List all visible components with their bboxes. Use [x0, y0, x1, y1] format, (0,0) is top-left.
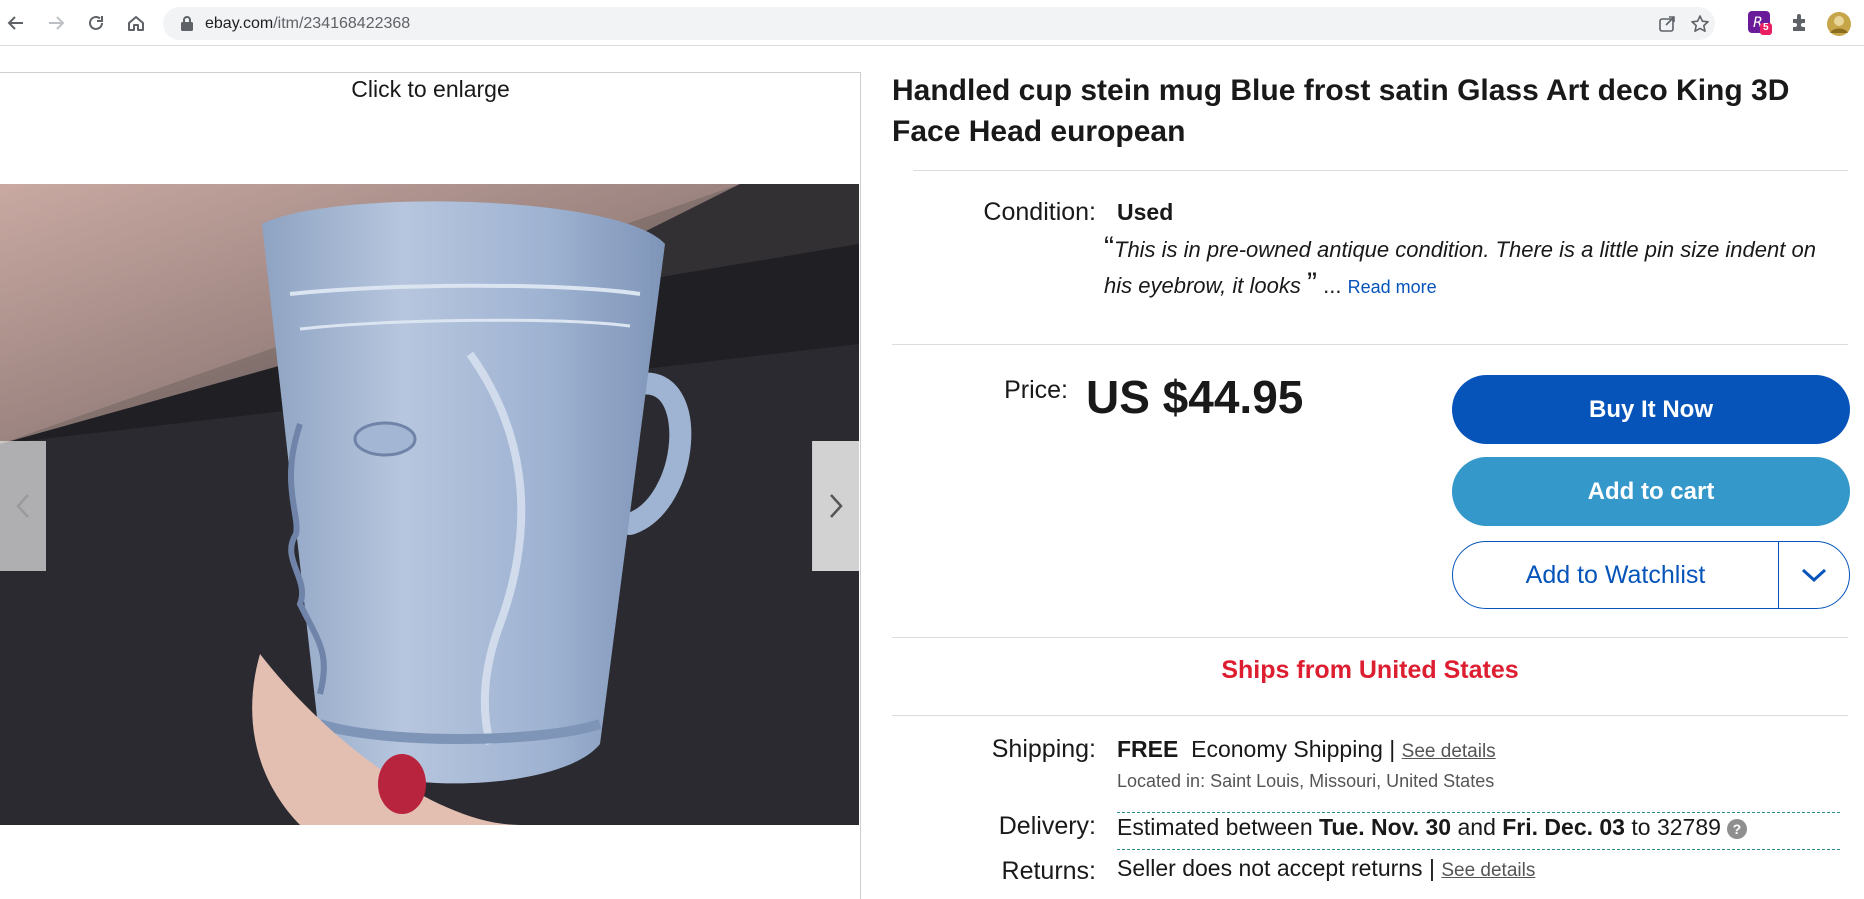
url-text: ebay.com/itm/234168422368: [205, 15, 411, 32]
chevron-right-icon: [830, 494, 843, 518]
returns-see-details-link[interactable]: See details: [1441, 860, 1535, 881]
quote-open: “: [1104, 231, 1114, 264]
ships-divider: [892, 715, 1848, 716]
quote-ellipsis: ...: [1323, 273, 1342, 298]
product-photo-image: [0, 184, 859, 825]
address-bar[interactable]: ebay.com/itm/234168422368: [163, 7, 1715, 40]
shipping-row: FREE Economy Shipping | See details: [1117, 736, 1496, 763]
add-to-watchlist-button[interactable]: Add to Watchlist: [1453, 542, 1778, 608]
shipping-see-details-link[interactable]: See details: [1402, 741, 1496, 762]
reload-button[interactable]: [82, 9, 110, 37]
condition-divider: [892, 344, 1848, 345]
delivery-top-divider: [1117, 812, 1840, 813]
shipping-free: FREE: [1117, 736, 1179, 762]
profile-avatar[interactable]: [1826, 11, 1851, 36]
condition-description: “This is in pre-owned antique condition.…: [1104, 232, 1844, 305]
delivery-bottom-divider: [1117, 849, 1840, 850]
shipping-label: Shipping:: [991, 735, 1096, 763]
puzzle-icon[interactable]: [1789, 11, 1813, 35]
title-divider: [913, 170, 1848, 171]
condition-quote-text: This is in pre-owned antique condition. …: [1104, 237, 1816, 298]
condition-value: Used: [1117, 199, 1174, 225]
returns-text: Seller does not accept returns |: [1117, 855, 1435, 881]
arrow-right-icon: [49, 16, 65, 30]
watchlist-button-group: Add to Watchlist: [1452, 541, 1850, 609]
price-value: US $44.95: [1086, 371, 1304, 423]
arrow-left-icon: [7, 16, 23, 30]
delivery-prefix: Estimated between: [1117, 814, 1313, 840]
previous-image-button[interactable]: [0, 441, 46, 571]
share-icon[interactable]: [1657, 14, 1677, 34]
back-button[interactable]: [2, 9, 30, 37]
delivery-row: Estimated between Tue. Nov. 30 and Fri. …: [1117, 814, 1747, 841]
home-button[interactable]: [122, 9, 150, 37]
item-title: Handled cup stein mug Blue frost satin G…: [892, 74, 1790, 148]
shipping-method: Economy Shipping |: [1191, 736, 1396, 762]
bookmark-star-icon[interactable]: [1690, 14, 1710, 34]
ships-from-banner: Ships from United States: [1221, 656, 1519, 684]
delivery-label: Delivery:: [998, 812, 1096, 840]
extension-badge-icon[interactable]: R 5: [1748, 11, 1772, 35]
read-more-link[interactable]: Read more: [1348, 277, 1437, 297]
price-label: Price:: [1004, 376, 1068, 404]
image-gallery: Click to enlarge: [0, 72, 861, 899]
condition-label: Condition:: [983, 198, 1096, 226]
buy-it-now-button[interactable]: Buy It Now: [1452, 375, 1850, 444]
located-in: Located in: Saint Louis, Missouri, Unite…: [1117, 771, 1495, 791]
extension-badge-count: 5: [1763, 22, 1769, 33]
delivery-zip: to 32789: [1631, 814, 1721, 840]
delivery-end-date: Fri. Dec. 03: [1502, 814, 1625, 840]
help-icon[interactable]: ?: [1726, 818, 1747, 839]
next-image-button[interactable]: [812, 441, 859, 571]
quote-close: ”: [1307, 267, 1317, 300]
actions-divider: [892, 637, 1848, 638]
returns-row: Seller does not accept returns | See det…: [1117, 855, 1535, 882]
chevron-left-icon: [16, 494, 29, 518]
forward-button[interactable]: [42, 9, 70, 37]
chevron-down-icon: [1801, 568, 1827, 583]
delivery-start-date: Tue. Nov. 30: [1319, 814, 1452, 840]
browser-toolbar: ebay.com/itm/234168422368 R 5: [0, 0, 1864, 46]
click-to-enlarge-label[interactable]: Click to enlarge: [0, 76, 861, 103]
lock-icon: [181, 16, 193, 31]
watchlist-dropdown-button[interactable]: [1779, 542, 1849, 608]
home-icon: [128, 16, 144, 31]
returns-label: Returns:: [1001, 857, 1096, 885]
delivery-and: and: [1457, 814, 1496, 840]
add-to-cart-button[interactable]: Add to cart: [1452, 457, 1850, 526]
reload-icon: [89, 15, 103, 30]
product-photo[interactable]: [0, 184, 859, 825]
